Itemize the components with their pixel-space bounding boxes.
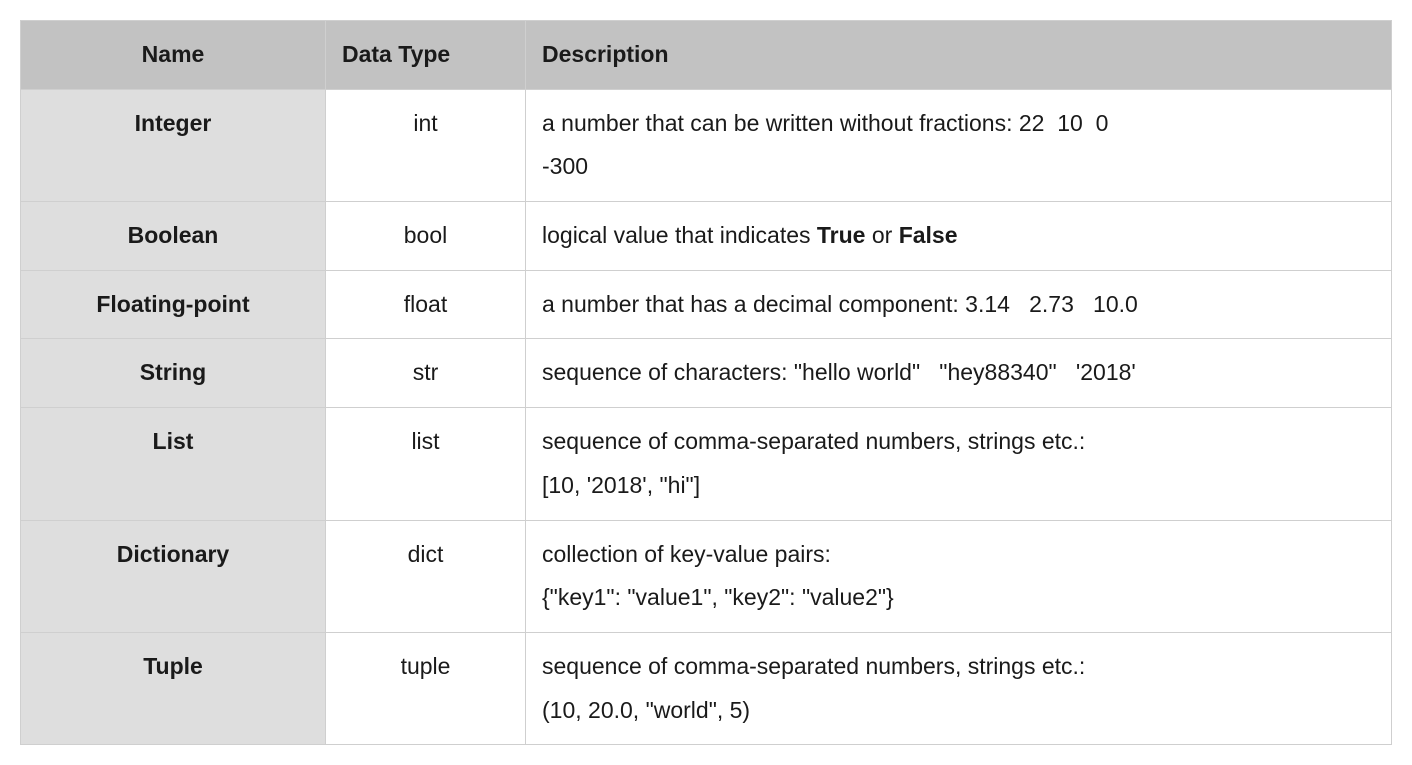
- cell-name: Dictionary: [21, 520, 326, 632]
- cell-desc: logical value that indicates True or Fal…: [526, 202, 1392, 271]
- cell-name: Boolean: [21, 202, 326, 271]
- cell-name: String: [21, 339, 326, 408]
- table-row: Tuple tuple sequence of comma-separated …: [21, 632, 1392, 744]
- header-type: Data Type: [326, 21, 526, 90]
- data-types-table: Name Data Type Description Integer int a…: [20, 20, 1392, 745]
- table-header-row: Name Data Type Description: [21, 21, 1392, 90]
- cell-desc: sequence of characters: "hello world" "h…: [526, 339, 1392, 408]
- cell-type: list: [326, 408, 526, 520]
- table-row: Floating-point float a number that has a…: [21, 270, 1392, 339]
- table-row: Boolean bool logical value that indicate…: [21, 202, 1392, 271]
- cell-type: float: [326, 270, 526, 339]
- table-row: Integer int a number that can be written…: [21, 89, 1392, 201]
- cell-type: int: [326, 89, 526, 201]
- cell-desc: sequence of comma-separated numbers, str…: [526, 408, 1392, 520]
- cell-name: Tuple: [21, 632, 326, 744]
- table-row: String str sequence of characters: "hell…: [21, 339, 1392, 408]
- cell-name: Floating-point: [21, 270, 326, 339]
- table-row: List list sequence of comma-separated nu…: [21, 408, 1392, 520]
- cell-type: tuple: [326, 632, 526, 744]
- table-row: Dictionary dict collection of key-value …: [21, 520, 1392, 632]
- cell-type: dict: [326, 520, 526, 632]
- cell-type: bool: [326, 202, 526, 271]
- cell-desc: collection of key-value pairs:{"key1": "…: [526, 520, 1392, 632]
- cell-type: str: [326, 339, 526, 408]
- cell-name: List: [21, 408, 326, 520]
- cell-name: Integer: [21, 89, 326, 201]
- header-name: Name: [21, 21, 326, 90]
- cell-desc: sequence of comma-separated numbers, str…: [526, 632, 1392, 744]
- cell-desc: a number that has a decimal component: 3…: [526, 270, 1392, 339]
- header-desc: Description: [526, 21, 1392, 90]
- cell-desc: a number that can be written without fra…: [526, 89, 1392, 201]
